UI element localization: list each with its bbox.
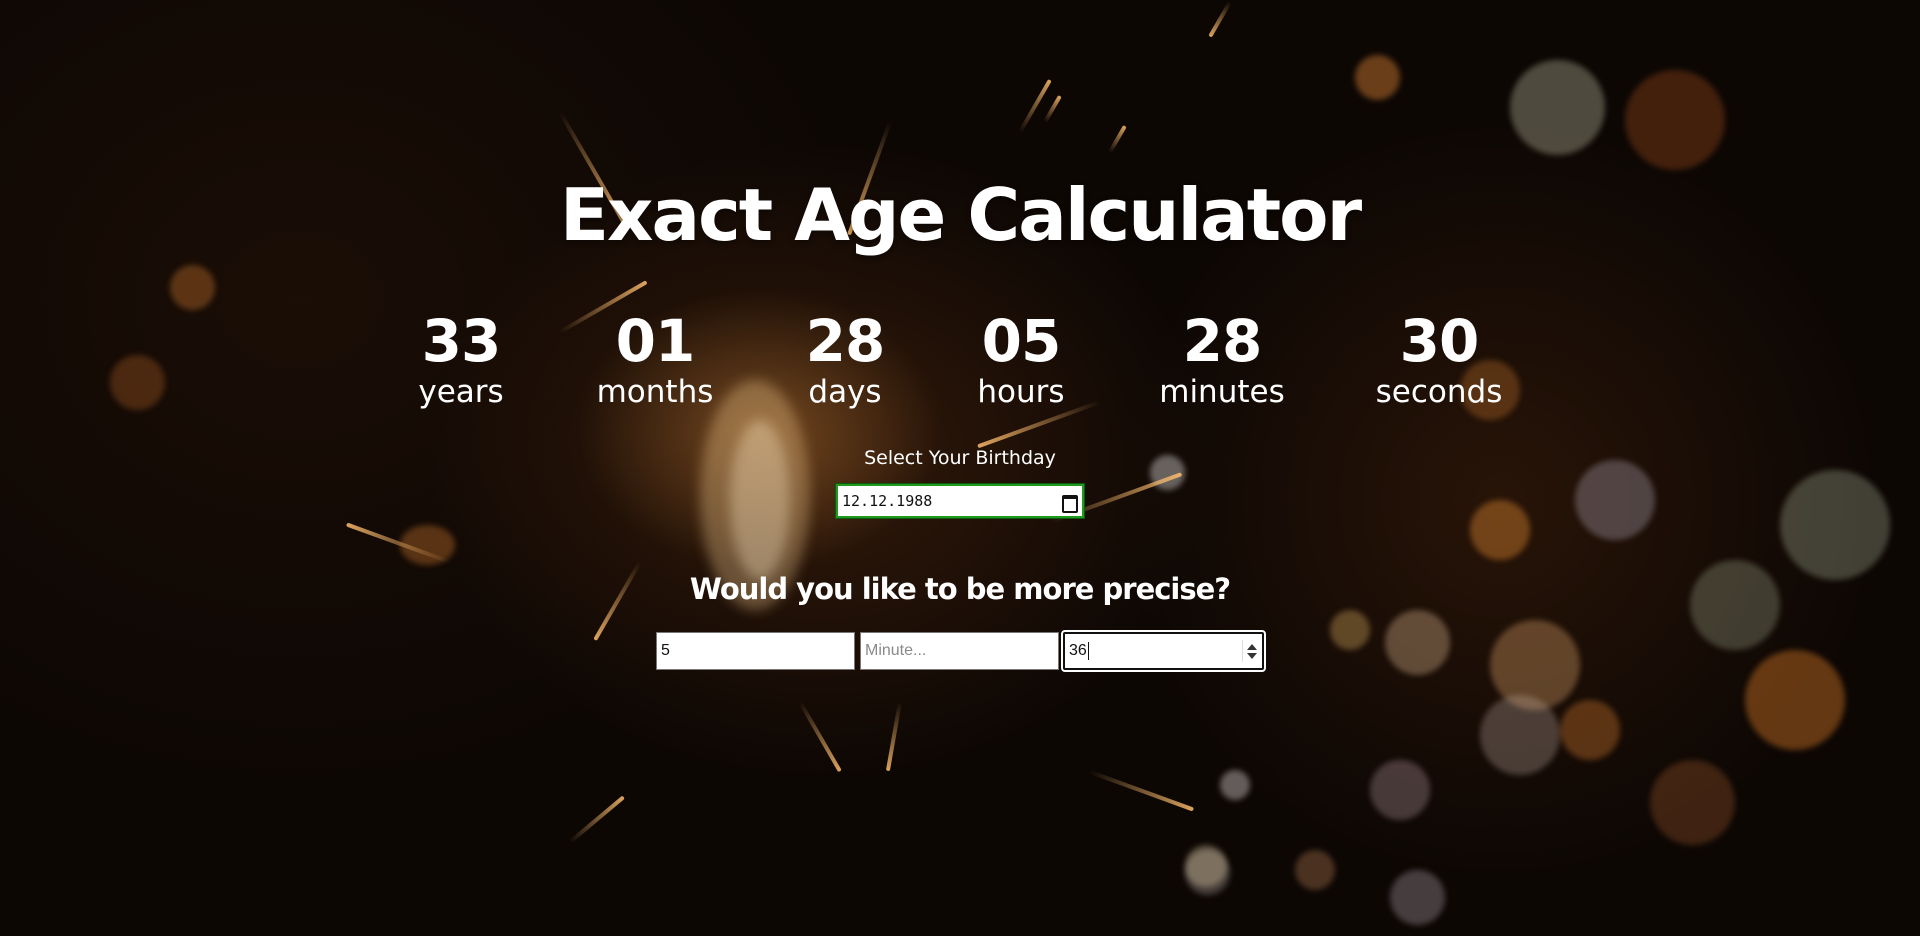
hours-value: 05: [981, 307, 1062, 375]
months-label: months: [596, 374, 714, 410]
birthday-date-input[interactable]: 12.12.1988: [835, 483, 1085, 519]
birthday-label: Select Your Birthday: [864, 447, 1056, 469]
minute-input-placeholder: Minute...: [865, 642, 927, 659]
hours-counter: 05 hours: [921, 304, 1121, 412]
seconds-label: seconds: [1375, 374, 1503, 410]
years-counter: 33 years: [361, 304, 561, 412]
days-value: 28: [805, 307, 886, 375]
number-spinner[interactable]: [1242, 640, 1258, 662]
seconds-value: 30: [1399, 307, 1480, 375]
days-label: days: [808, 374, 882, 410]
precise-question: Would you like to be more precise?: [689, 572, 1231, 606]
spinner-up-icon[interactable]: [1247, 643, 1257, 650]
hours-label: hours: [977, 374, 1065, 410]
months-counter: 01 months: [555, 304, 755, 412]
age-calculator-page: Exact Age Calculator 33 years 01 months …: [0, 0, 1920, 936]
seconds-counter: 30 seconds: [1339, 304, 1539, 412]
hour-input[interactable]: 5: [656, 632, 855, 670]
page-title: Exact Age Calculator: [559, 173, 1362, 257]
text-cursor: [1087, 642, 1089, 660]
spinner-down-icon[interactable]: [1247, 652, 1257, 659]
years-label: years: [418, 374, 504, 410]
second-input[interactable]: 36: [1061, 630, 1266, 672]
minutes-label: minutes: [1159, 374, 1285, 410]
second-input-value: 36: [1069, 642, 1087, 659]
minute-input[interactable]: Minute...: [860, 632, 1059, 670]
birthday-date-value: 12.12.1988: [842, 492, 933, 510]
calendar-icon[interactable]: [1060, 492, 1078, 513]
months-value: 01: [615, 307, 696, 375]
hour-input-value: 5: [661, 642, 670, 659]
years-value: 33: [421, 307, 502, 375]
minutes-value: 28: [1182, 307, 1263, 375]
minutes-counter: 28 minutes: [1122, 304, 1322, 412]
days-counter: 28 days: [745, 304, 945, 412]
